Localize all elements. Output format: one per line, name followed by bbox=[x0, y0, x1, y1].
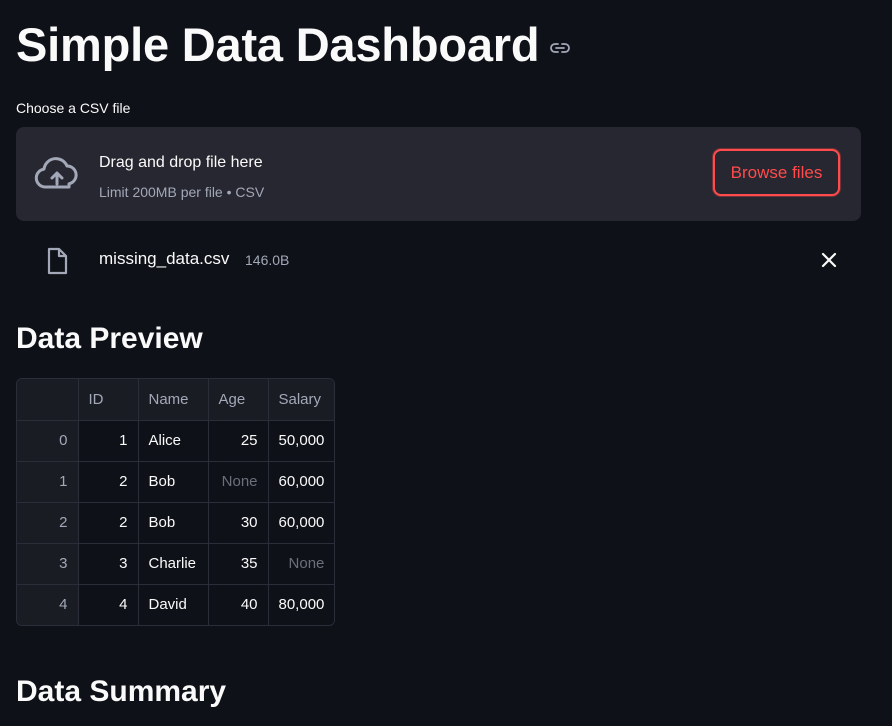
column-header-age[interactable]: Age bbox=[208, 379, 269, 421]
id-cell[interactable]: 4 bbox=[78, 584, 139, 625]
table-row: 4 4 David 40 80,000 bbox=[17, 584, 335, 625]
table-row: 1 2 Bob None 60,000 bbox=[17, 461, 335, 503]
file-dropzone[interactable]: Drag and drop file here Limit 200MB per … bbox=[16, 127, 861, 221]
app-page: Simple Data Dashboard Choose a CSV file … bbox=[0, 0, 892, 726]
table-row: 0 1 Alice 25 50,000 bbox=[17, 420, 335, 462]
name-cell[interactable]: Alice bbox=[138, 420, 209, 462]
data-summary-heading: Data Summary bbox=[16, 675, 227, 708]
close-icon[interactable] bbox=[819, 250, 839, 270]
dropzone-instructions: Drag and drop file here bbox=[99, 154, 263, 171]
uploaded-file-name: missing_data.csv bbox=[99, 249, 230, 268]
uploaded-file-size: 146.0B bbox=[245, 252, 290, 268]
name-cell[interactable]: Bob bbox=[138, 461, 209, 503]
age-cell[interactable]: 40 bbox=[208, 584, 269, 625]
salary-cell[interactable]: None bbox=[268, 543, 335, 585]
name-cell[interactable]: Bob bbox=[138, 502, 209, 544]
salary-cell[interactable]: 50,000 bbox=[268, 420, 335, 462]
title-row: Simple Data Dashboard bbox=[16, 14, 571, 76]
file-uploader-label: Choose a CSV file bbox=[16, 100, 131, 116]
uploaded-file-row: missing_data.csv 146.0B bbox=[16, 236, 861, 284]
column-header-name[interactable]: Name bbox=[138, 379, 209, 421]
column-header-salary[interactable]: Salary bbox=[268, 379, 335, 421]
table-row: 2 2 Bob 30 60,000 bbox=[17, 502, 335, 544]
id-cell[interactable]: 2 bbox=[78, 502, 139, 544]
data-preview-heading: Data Preview bbox=[16, 322, 203, 355]
dropzone-limit-text: Limit 200MB per file • CSV bbox=[99, 184, 265, 200]
browse-files-button[interactable]: Browse files bbox=[713, 149, 840, 196]
row-index-cell[interactable]: 2 bbox=[17, 502, 79, 544]
salary-cell[interactable]: 80,000 bbox=[268, 584, 335, 625]
id-cell[interactable]: 2 bbox=[78, 461, 139, 503]
data-preview-table[interactable]: ID Name Age Salary 0 1 Alice 25 50,000 1… bbox=[16, 378, 336, 626]
id-cell[interactable]: 3 bbox=[78, 543, 139, 585]
age-cell[interactable]: 30 bbox=[208, 502, 269, 544]
table-header-row: ID Name Age Salary bbox=[17, 379, 335, 421]
age-cell[interactable]: 35 bbox=[208, 543, 269, 585]
file-icon bbox=[46, 247, 68, 275]
age-cell[interactable]: 25 bbox=[208, 420, 269, 462]
row-index-cell[interactable]: 0 bbox=[17, 420, 79, 462]
cloud-upload-icon bbox=[34, 157, 80, 193]
column-header-index[interactable] bbox=[17, 379, 79, 421]
salary-cell[interactable]: 60,000 bbox=[268, 461, 335, 503]
age-cell[interactable]: None bbox=[208, 461, 269, 503]
name-cell[interactable]: Charlie bbox=[138, 543, 209, 585]
salary-cell[interactable]: 60,000 bbox=[268, 502, 335, 544]
name-cell[interactable]: David bbox=[138, 584, 209, 625]
table-row: 3 3 Charlie 35 None bbox=[17, 543, 335, 585]
link-icon[interactable] bbox=[549, 37, 571, 59]
column-header-id[interactable]: ID bbox=[78, 379, 139, 421]
row-index-cell[interactable]: 3 bbox=[17, 543, 79, 585]
id-cell[interactable]: 1 bbox=[78, 420, 139, 462]
page-title: Simple Data Dashboard bbox=[16, 18, 540, 71]
row-index-cell[interactable]: 1 bbox=[17, 461, 79, 503]
row-index-cell[interactable]: 4 bbox=[17, 584, 79, 625]
